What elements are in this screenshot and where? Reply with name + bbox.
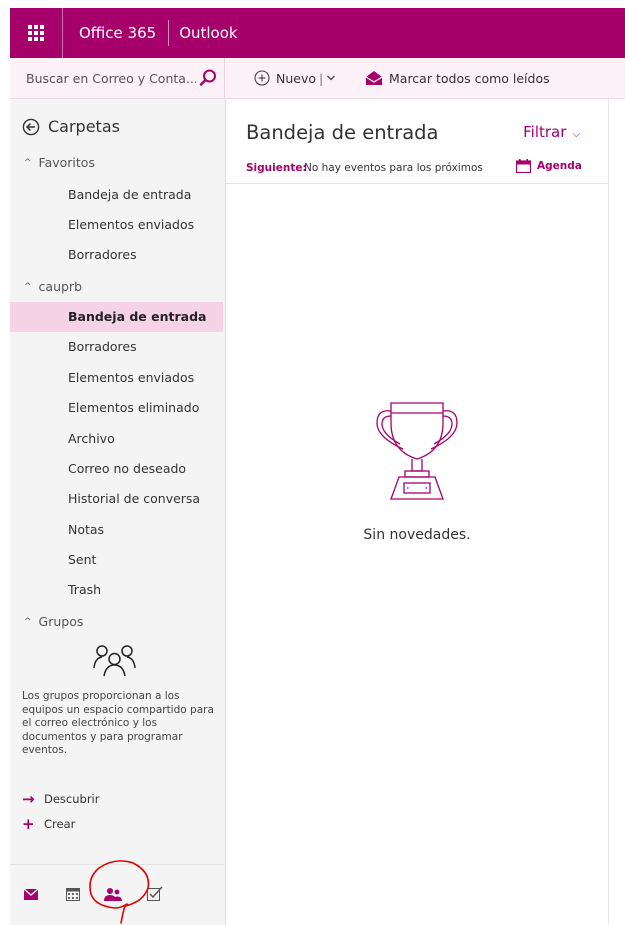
- outlook-app-title[interactable]: Outlook: [169, 24, 237, 42]
- people-icon[interactable]: [104, 887, 122, 901]
- search-input[interactable]: [24, 69, 198, 87]
- plus-circle-icon: [254, 70, 270, 86]
- favorite-item-inbox[interactable]: Bandeja de entrada: [10, 180, 223, 210]
- chevron-up-icon: ^: [24, 281, 32, 292]
- divider: |: [319, 70, 324, 86]
- calendar-icon[interactable]: [66, 888, 80, 901]
- create-label: Crear: [44, 817, 76, 831]
- app-launcher-button[interactable]: [10, 8, 63, 58]
- folder-pane: Carpetas ^ Favoritos Bandeja de entrada …: [10, 99, 226, 925]
- chevron-down-icon: ⌵: [572, 129, 580, 140]
- top-bar: Office 365 Outlook: [10, 8, 625, 58]
- waffle-icon: [28, 25, 44, 41]
- module-switcher: [10, 864, 224, 925]
- people-group-icon: [93, 645, 136, 677]
- folder-sent-en[interactable]: Sent: [10, 545, 223, 575]
- folder-archive[interactable]: Archivo: [10, 424, 223, 454]
- chevron-down-icon[interactable]: [326, 73, 336, 83]
- favorite-item-sent[interactable]: Elementos enviados: [10, 210, 223, 240]
- account-section-toggle[interactable]: ^ cauprb: [24, 279, 82, 294]
- folders-header[interactable]: Carpetas: [22, 117, 120, 136]
- folder-junk[interactable]: Correo no deseado: [10, 454, 223, 484]
- agenda-label: Agenda: [537, 160, 582, 172]
- envelope-open-icon: [365, 71, 383, 85]
- mark-all-read-label: Marcar todos como leídos: [389, 70, 550, 86]
- mail-icon[interactable]: [24, 889, 38, 900]
- discover-groups-link[interactable]: → Descubrir: [22, 790, 99, 808]
- groups-label: Grupos: [38, 614, 84, 629]
- new-message-button[interactable]: Nuevo |: [254, 58, 342, 98]
- favorites-label: Favoritos: [38, 155, 95, 170]
- office-365-link[interactable]: Office 365: [63, 24, 168, 42]
- search-icon[interactable]: [198, 68, 218, 88]
- groups-section-toggle[interactable]: ^ Grupos: [24, 614, 83, 629]
- command-bar: Nuevo | Marcar todos como leídos: [10, 58, 625, 99]
- folder-conversation-history[interactable]: Historial de conversa: [10, 484, 223, 514]
- folder-inbox[interactable]: Bandeja de entrada: [10, 302, 223, 332]
- folders-title: Carpetas: [48, 117, 120, 136]
- tasks-icon[interactable]: [147, 886, 163, 901]
- mark-all-read-button[interactable]: Marcar todos como leídos: [365, 58, 550, 98]
- folder-sent[interactable]: Elementos enviados: [10, 363, 223, 393]
- groups-description: Los grupos proporcionan a los equipos un…: [22, 690, 214, 756]
- account-label: cauprb: [38, 279, 83, 294]
- arrow-right-icon: →: [22, 790, 35, 808]
- message-list-pane: Bandeja de entrada Filtrar ⌵ Siguiente: N…: [226, 99, 609, 925]
- next-label: Siguiente:: [246, 162, 307, 174]
- create-group-link[interactable]: + Crear: [22, 815, 75, 833]
- folder-trash[interactable]: Trash: [10, 575, 223, 605]
- folder-title: Bandeja de entrada: [246, 121, 439, 144]
- chevron-up-icon: ^: [24, 616, 32, 627]
- folder-deleted[interactable]: Elementos eliminado: [10, 393, 223, 423]
- favorite-item-drafts[interactable]: Borradores: [10, 240, 223, 270]
- favorites-section-toggle[interactable]: ^ Favoritos: [24, 155, 95, 170]
- next-events-text: No hay eventos para los próximos: [304, 162, 483, 174]
- agenda-button[interactable]: Agenda: [516, 159, 582, 173]
- new-message-label: Nuevo: [276, 70, 317, 86]
- upcoming-events-bar: Siguiente: No hay eventos para los próxi…: [226, 157, 608, 184]
- search-box: [10, 58, 225, 98]
- filter-button[interactable]: Filtrar ⌵: [523, 123, 580, 141]
- folder-drafts[interactable]: Borradores: [10, 332, 223, 362]
- trophy-icon: [376, 402, 458, 500]
- folder-notes[interactable]: Notas: [10, 515, 223, 545]
- filter-label: Filtrar: [523, 123, 567, 141]
- discover-label: Descubrir: [44, 792, 100, 806]
- chevron-up-icon: ^: [24, 157, 32, 168]
- calendar-icon: [516, 159, 531, 173]
- plus-icon: +: [22, 815, 35, 833]
- empty-state-message: Sin novedades.: [363, 527, 471, 543]
- back-arrow-icon[interactable]: [22, 118, 40, 136]
